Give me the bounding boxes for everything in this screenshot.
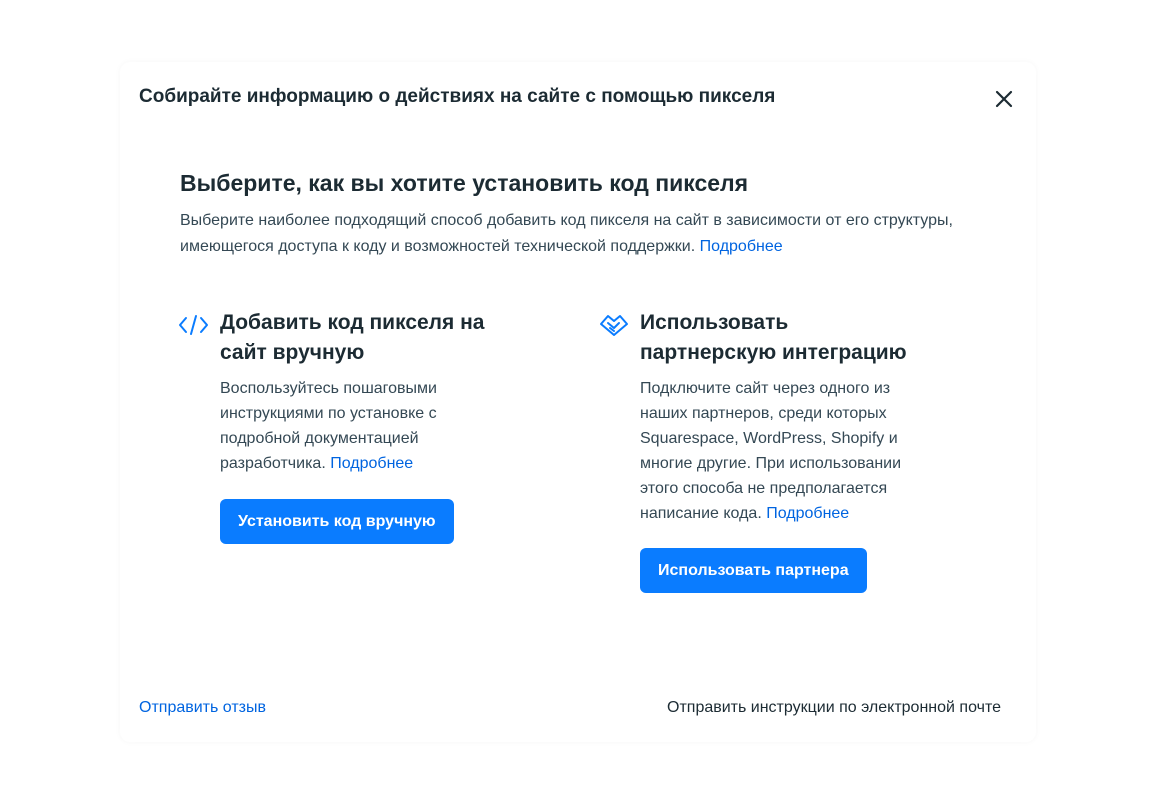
install-manually-button[interactable]: Установить код вручную <box>220 499 454 544</box>
dialog-title: Собирайте информацию о действиях на сайт… <box>139 86 776 107</box>
option-partner-learn-more-link[interactable]: Подробнее <box>766 505 849 522</box>
option-partner-description-text: Подключите сайт через одного из наших па… <box>640 380 902 522</box>
close-icon <box>995 90 1013 108</box>
pixel-setup-dialog: Собирайте информацию о действиях на сайт… <box>120 62 1036 742</box>
use-partner-button[interactable]: Использовать партнера <box>640 548 867 593</box>
handshake-icon <box>600 315 628 336</box>
code-icon <box>179 315 208 335</box>
option-manual-learn-more-link[interactable]: Подробнее <box>330 455 413 472</box>
send-feedback-link[interactable]: Отправить отзыв <box>139 699 266 717</box>
option-manual-title: Добавить код пикселя на сайт вручную <box>220 311 485 364</box>
page-heading: Выберите, как вы хотите установить код п… <box>180 170 749 196</box>
option-manual-description: Воспользуйтесь пошаговыми инструкциями п… <box>220 376 500 476</box>
email-instructions-link[interactable]: Отправить инструкции по электронной почт… <box>667 699 1001 717</box>
page-description: Выберите наиболее подходящий способ доба… <box>180 208 980 260</box>
close-button[interactable] <box>991 86 1017 112</box>
page-description-text: Выберите наиболее подходящий способ доба… <box>180 212 953 255</box>
option-partner-description: Подключите сайт через одного из наших па… <box>640 376 920 526</box>
learn-more-link[interactable]: Подробнее <box>700 238 783 255</box>
option-partner-title: Использовать партнерскую интеграцию <box>640 311 907 364</box>
